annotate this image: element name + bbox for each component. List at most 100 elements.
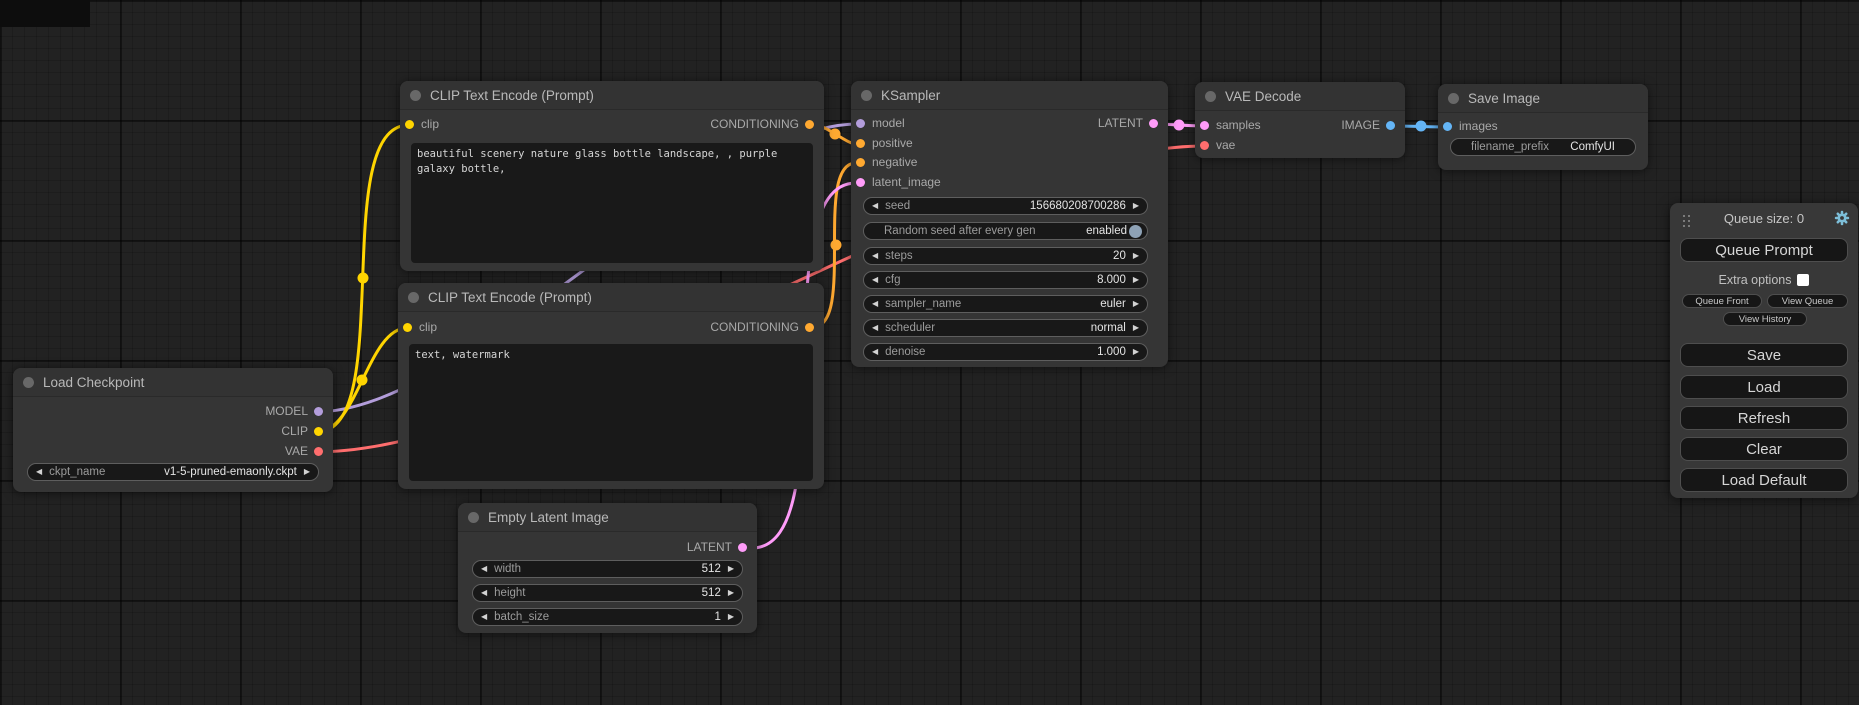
load-button[interactable]: Load <box>1680 375 1848 399</box>
node-title-bar[interactable]: Empty Latent Image <box>458 503 757 532</box>
decrement-arrow-icon[interactable]: ◀ <box>872 197 878 215</box>
seed-widget[interactable]: ◀ seed 156680208700286 ▶ <box>863 197 1148 215</box>
node-title-bar[interactable]: Load Checkpoint <box>13 368 333 397</box>
decrement-arrow-icon[interactable]: ◀ <box>872 343 878 361</box>
image-output-dot[interactable] <box>1386 121 1395 130</box>
decrement-arrow-icon[interactable]: ◀ <box>36 463 42 481</box>
node-clip-text-encode-positive[interactable]: CLIP Text Encode (Prompt) clip CONDITION… <box>400 81 824 271</box>
drag-handle-icon[interactable] <box>1681 213 1691 228</box>
node-clip-text-encode-negative[interactable]: CLIP Text Encode (Prompt) clip CONDITION… <box>398 283 824 489</box>
node-save-image[interactable]: Save Image images filename_prefix ComfyU… <box>1438 84 1648 170</box>
top-left-black-patch <box>0 0 90 27</box>
increment-arrow-icon[interactable]: ▶ <box>1133 319 1139 337</box>
queue-prompt-button[interactable]: Queue Prompt <box>1680 238 1848 262</box>
steps-widget[interactable]: ◀ steps 20 ▶ <box>863 247 1148 265</box>
vae-input-dot[interactable] <box>1200 141 1209 150</box>
widget-value: v1-5-pruned-emaonly.ckpt <box>164 466 297 478</box>
node-title-bar[interactable]: VAE Decode <box>1195 82 1405 111</box>
view-history-button[interactable]: View History <box>1723 312 1807 326</box>
node-title: Load Checkpoint <box>43 375 144 390</box>
collapse-dot-icon[interactable] <box>410 90 421 101</box>
toggle-circle-icon[interactable] <box>1129 225 1142 238</box>
decrement-arrow-icon[interactable]: ◀ <box>481 608 487 626</box>
comfyui-canvas[interactable]: Load Checkpoint MODEL CLIP VAE ◀ ckpt_na… <box>0 0 1859 705</box>
node-title-bar[interactable]: CLIP Text Encode (Prompt) <box>398 283 824 312</box>
view-queue-button[interactable]: View Queue <box>1767 294 1848 308</box>
decrement-arrow-icon[interactable]: ◀ <box>872 295 878 313</box>
images-input-dot[interactable] <box>1443 122 1452 131</box>
settings-gear-icon[interactable] <box>1834 210 1850 226</box>
node-empty-latent-image[interactable]: Empty Latent Image LATENT ◀ width 512 ▶ … <box>458 503 757 633</box>
collapse-dot-icon[interactable] <box>408 292 419 303</box>
node-title-bar[interactable]: CLIP Text Encode (Prompt) <box>400 81 824 110</box>
denoise-widget[interactable]: ◀ denoise 1.000 ▶ <box>863 343 1148 361</box>
widget-label: sampler_name <box>885 298 961 310</box>
random-seed-toggle-widget[interactable]: Random seed after every gen enabled <box>863 222 1148 240</box>
node-title: VAE Decode <box>1225 89 1301 104</box>
queue-panel[interactable]: Queue size: 0 Queue Prompt Extra options… <box>1670 203 1858 498</box>
node-ksampler[interactable]: KSampler model positive negative latent_… <box>851 81 1168 367</box>
positive-input-dot[interactable] <box>856 139 865 148</box>
refresh-button[interactable]: Refresh <box>1680 406 1848 430</box>
ckpt-name-widget[interactable]: ◀ ckpt_name v1-5-pruned-emaonly.ckpt ▶ <box>27 463 319 481</box>
negative-input-dot[interactable] <box>856 158 865 167</box>
widget-label: steps <box>885 250 913 262</box>
increment-arrow-icon[interactable]: ▶ <box>1133 271 1139 289</box>
load-default-button[interactable]: Load Default <box>1680 468 1848 492</box>
decrement-arrow-icon[interactable]: ◀ <box>872 271 878 289</box>
collapse-dot-icon[interactable] <box>468 512 479 523</box>
prompt-textarea[interactable]: beautiful scenery nature glass bottle la… <box>411 143 813 263</box>
save-button[interactable]: Save <box>1680 343 1848 367</box>
collapse-dot-icon[interactable] <box>23 377 34 388</box>
collapse-dot-icon[interactable] <box>861 90 872 101</box>
node-title-bar[interactable]: KSampler <box>851 81 1168 110</box>
conditioning-output-dot[interactable] <box>805 120 814 129</box>
decrement-arrow-icon[interactable]: ◀ <box>872 319 878 337</box>
node-vae-decode[interactable]: VAE Decode samples vae IMAGE <box>1195 82 1405 158</box>
widget-value: 512 <box>702 587 721 599</box>
increment-arrow-icon[interactable]: ▶ <box>728 584 734 602</box>
height-widget[interactable]: ◀ height 512 ▶ <box>472 584 743 602</box>
conditioning-output-dot[interactable] <box>805 323 814 332</box>
sampler-name-widget[interactable]: ◀ sampler_name euler ▶ <box>863 295 1148 313</box>
increment-arrow-icon[interactable]: ▶ <box>1133 343 1139 361</box>
increment-arrow-icon[interactable]: ▶ <box>1133 295 1139 313</box>
vae-output-dot[interactable] <box>314 447 323 456</box>
filename-prefix-widget[interactable]: filename_prefix ComfyUI <box>1450 138 1636 156</box>
output-label: CONDITIONING <box>710 320 799 334</box>
scheduler-widget[interactable]: ◀ scheduler normal ▶ <box>863 319 1148 337</box>
widget-value: enabled <box>1086 225 1127 237</box>
latent-output-dot[interactable] <box>1149 119 1158 128</box>
width-widget[interactable]: ◀ width 512 ▶ <box>472 560 743 578</box>
extra-options-checkbox[interactable] <box>1797 274 1809 286</box>
node-load-checkpoint[interactable]: Load Checkpoint MODEL CLIP VAE ◀ ckpt_na… <box>13 368 333 492</box>
queue-front-button[interactable]: Queue Front <box>1682 294 1762 308</box>
output-label: MODEL <box>265 404 308 418</box>
cfg-widget[interactable]: ◀ cfg 8.000 ▶ <box>863 271 1148 289</box>
latent-output-dot[interactable] <box>738 543 747 552</box>
latent-image-input-dot[interactable] <box>856 178 865 187</box>
decrement-arrow-icon[interactable]: ◀ <box>481 584 487 602</box>
widget-label: width <box>494 563 521 575</box>
prompt-textarea[interactable]: text, watermark <box>409 344 813 481</box>
node-title: Empty Latent Image <box>488 510 609 525</box>
clip-output-dot[interactable] <box>314 427 323 436</box>
node-title-bar[interactable]: Save Image <box>1438 84 1648 113</box>
collapse-dot-icon[interactable] <box>1448 93 1459 104</box>
increment-arrow-icon[interactable]: ▶ <box>1133 197 1139 215</box>
output-label: LATENT <box>687 540 732 554</box>
clear-button[interactable]: Clear <box>1680 437 1848 461</box>
increment-arrow-icon[interactable]: ▶ <box>1133 247 1139 265</box>
decrement-arrow-icon[interactable]: ◀ <box>481 560 487 578</box>
widget-label: seed <box>885 200 910 212</box>
widget-label: scheduler <box>885 322 935 334</box>
decrement-arrow-icon[interactable]: ◀ <box>872 247 878 265</box>
model-output-dot[interactable] <box>314 407 323 416</box>
collapse-dot-icon[interactable] <box>1205 91 1216 102</box>
widget-value: 20 <box>1113 250 1126 262</box>
increment-arrow-icon[interactable]: ▶ <box>728 608 734 626</box>
increment-arrow-icon[interactable]: ▶ <box>728 560 734 578</box>
increment-arrow-icon[interactable]: ▶ <box>304 463 310 481</box>
node-title: Save Image <box>1468 91 1540 106</box>
batch-size-widget[interactable]: ◀ batch_size 1 ▶ <box>472 608 743 626</box>
